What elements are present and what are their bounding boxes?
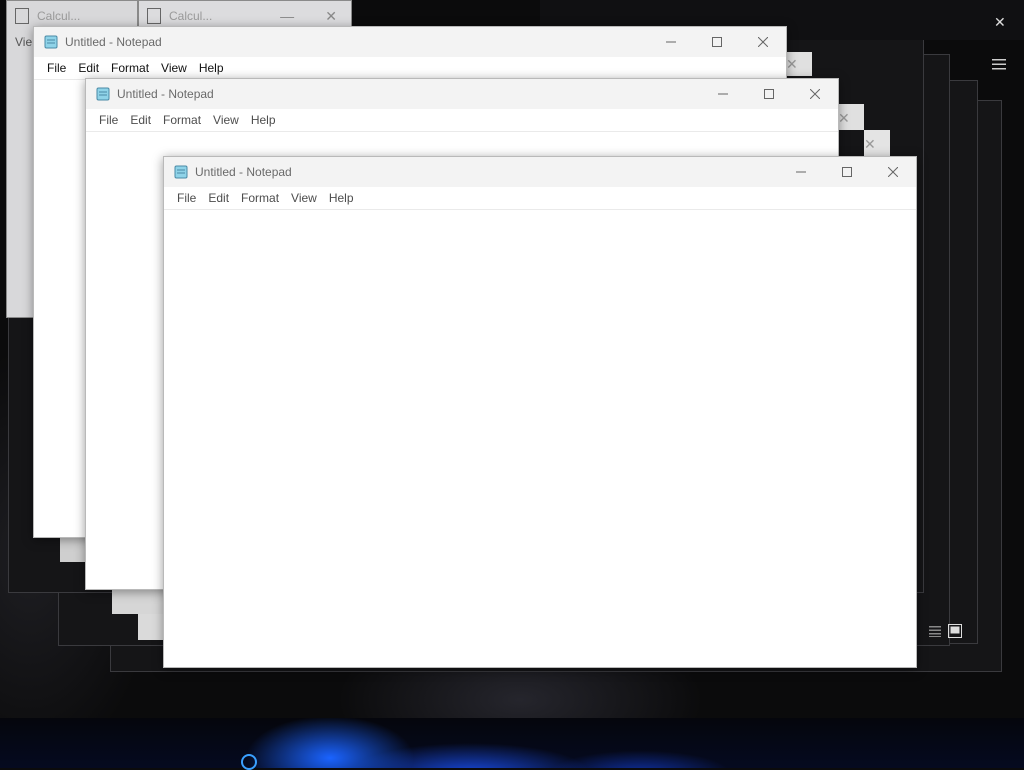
menu-help[interactable]: Help bbox=[193, 61, 230, 75]
calculator-title: Calcul... bbox=[37, 9, 81, 23]
window-title: Untitled - Notepad bbox=[65, 35, 162, 49]
maximize-button[interactable] bbox=[746, 79, 792, 109]
menu-format[interactable]: Format bbox=[235, 191, 285, 205]
hamburger-menu-icon[interactable] bbox=[992, 57, 1006, 75]
text-area[interactable] bbox=[164, 210, 916, 667]
menu-file[interactable]: File bbox=[171, 191, 202, 205]
close-icon[interactable]: ✕ bbox=[786, 56, 798, 73]
close-button[interactable] bbox=[740, 27, 786, 57]
minimize-button[interactable] bbox=[700, 79, 746, 109]
close-icon[interactable]: ✕ bbox=[994, 14, 1006, 31]
close-icon bbox=[758, 37, 768, 47]
menu-file[interactable]: File bbox=[93, 113, 124, 127]
minimize-icon bbox=[666, 41, 676, 43]
notepad-icon bbox=[174, 165, 188, 179]
notepad-titlebar[interactable]: Untitled - Notepad bbox=[86, 79, 838, 109]
taskbar-wallpaper-strip bbox=[0, 718, 1024, 768]
menu-bar: File Edit Format View Help bbox=[164, 187, 916, 210]
window-title: Untitled - Notepad bbox=[195, 165, 292, 179]
notepad-titlebar[interactable]: Untitled - Notepad bbox=[34, 27, 786, 57]
background-window-edge bbox=[138, 614, 164, 640]
menu-help[interactable]: Help bbox=[245, 113, 282, 127]
menu-bar: File Edit Format View Help bbox=[34, 57, 786, 80]
menu-file[interactable]: File bbox=[41, 61, 72, 75]
notepad-icon bbox=[44, 35, 58, 49]
view-toggle-group bbox=[928, 624, 962, 638]
menu-help[interactable]: Help bbox=[323, 191, 360, 205]
minimize-icon bbox=[718, 93, 728, 95]
calculator-icon bbox=[147, 8, 161, 24]
calculator-title: Calcul... bbox=[169, 9, 213, 23]
background-window-edge bbox=[60, 536, 86, 562]
minimize-icon bbox=[796, 171, 806, 173]
menu-edit[interactable]: Edit bbox=[124, 113, 157, 127]
calculator-icon bbox=[15, 8, 29, 24]
menu-format[interactable]: Format bbox=[105, 61, 155, 75]
maximize-icon bbox=[764, 89, 774, 99]
background-window-edge bbox=[112, 588, 164, 614]
notepad-icon bbox=[96, 87, 110, 101]
details-view-icon[interactable] bbox=[928, 624, 942, 638]
window-title: Untitled - Notepad bbox=[117, 87, 214, 101]
preview-view-icon[interactable] bbox=[948, 624, 962, 638]
close-icon bbox=[810, 89, 820, 99]
menu-edit[interactable]: Edit bbox=[72, 61, 105, 75]
menu-edit[interactable]: Edit bbox=[202, 191, 235, 205]
close-icon[interactable]: ✕ bbox=[838, 110, 850, 127]
close-button[interactable] bbox=[870, 157, 916, 187]
menu-format[interactable]: Format bbox=[157, 113, 207, 127]
notepad-titlebar[interactable]: Untitled - Notepad bbox=[164, 157, 916, 187]
maximize-button[interactable] bbox=[824, 157, 870, 187]
close-button[interactable] bbox=[792, 79, 838, 109]
menu-view[interactable]: View bbox=[155, 61, 193, 75]
menu-view[interactable]: View bbox=[285, 191, 323, 205]
maximize-icon bbox=[842, 167, 852, 177]
close-icon bbox=[888, 167, 898, 177]
close-icon[interactable]: ✕ bbox=[864, 136, 876, 153]
maximize-icon bbox=[712, 37, 722, 47]
menu-view[interactable]: View bbox=[207, 113, 245, 127]
notepad-window-front[interactable]: Untitled - Notepad File Edit Format View… bbox=[163, 156, 917, 668]
calculator-window-controls[interactable]: — ✕ bbox=[280, 8, 351, 25]
menu-bar: File Edit Format View Help bbox=[86, 109, 838, 132]
minimize-button[interactable] bbox=[778, 157, 824, 187]
maximize-button[interactable] bbox=[694, 27, 740, 57]
minimize-button[interactable] bbox=[648, 27, 694, 57]
